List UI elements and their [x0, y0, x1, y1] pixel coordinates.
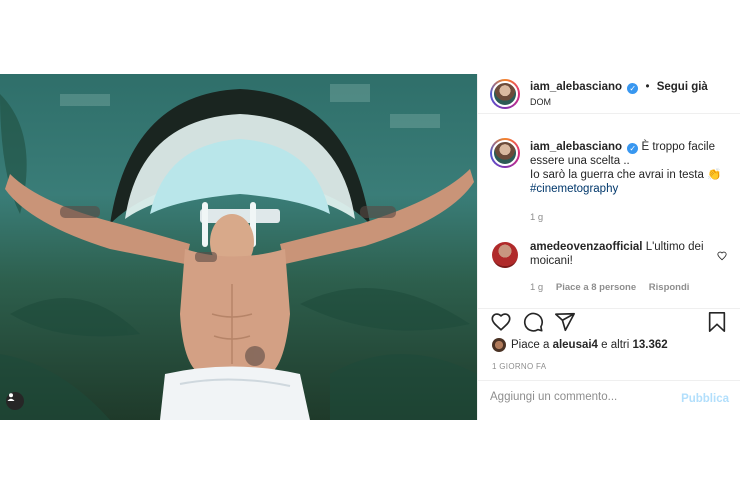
- verified-badge-icon: ✓: [627, 83, 639, 94]
- action-bar: [478, 308, 740, 334]
- verified-badge-icon: ✓: [627, 143, 639, 154]
- commenter-username[interactable]: amedeovenzaofficial: [530, 241, 642, 253]
- clap-emoji: 👏: [707, 169, 722, 181]
- likes-summary: Piace a aleusai4 e altri 13.362: [492, 338, 668, 352]
- like-count[interactable]: 13.362: [633, 339, 668, 351]
- caption-text: iam_alebasciano ✓ È troppo facile essere…: [530, 140, 730, 196]
- publish-button[interactable]: Pubblica: [681, 393, 729, 405]
- share-icon[interactable]: [554, 311, 576, 338]
- caption-timestamp[interactable]: 1 g: [530, 212, 543, 223]
- comment-icon[interactable]: [522, 311, 544, 338]
- header-line: iam_alebasciano ✓ • Segui già: [530, 81, 708, 94]
- post-location[interactable]: DOM: [530, 97, 551, 107]
- instagram-post: iam_alebasciano ✓ • Segui già DOM iam_al…: [0, 74, 740, 420]
- comment-timestamp[interactable]: 1 g: [530, 282, 543, 293]
- post-photo[interactable]: [0, 74, 477, 420]
- hashtag-link[interactable]: #cinemetography: [530, 183, 618, 195]
- add-comment-bar: Pubblica: [478, 380, 740, 420]
- bookmark-icon[interactable]: [707, 311, 727, 338]
- reply-button[interactable]: Rispondi: [649, 282, 690, 293]
- caption-author-username[interactable]: iam_alebasciano: [530, 141, 622, 153]
- likes-prefix: Piace a: [511, 339, 550, 351]
- user-tag-icon[interactable]: [6, 392, 24, 410]
- comment-meta: 1 g Piace a 8 persone Rispondi: [530, 282, 699, 293]
- post-header: iam_alebasciano ✓ • Segui già DOM: [478, 74, 740, 114]
- separator-dot: •: [645, 81, 650, 93]
- post-timestamp[interactable]: 1 GIORNO FA: [492, 362, 546, 371]
- author-username[interactable]: iam_alebasciano: [530, 81, 622, 93]
- likes-suffix: e altri: [601, 339, 630, 351]
- comment-input[interactable]: [490, 391, 670, 403]
- caption-line-2: Io sarò la guerra che avrai in testa: [530, 169, 704, 181]
- caption-author-avatar[interactable]: [490, 138, 520, 168]
- liker-avatar[interactable]: [492, 338, 506, 352]
- small-heart-icon[interactable]: [717, 248, 727, 266]
- photo-illustration: [0, 84, 477, 420]
- heart-icon[interactable]: [490, 311, 512, 338]
- post-side-panel: iam_alebasciano ✓ • Segui già DOM iam_al…: [477, 74, 740, 420]
- comment-likes[interactable]: Piace a 8 persone: [556, 282, 636, 293]
- commenter-avatar[interactable]: [492, 242, 518, 268]
- author-avatar[interactable]: [490, 79, 520, 109]
- follow-status-button[interactable]: Segui già: [657, 81, 708, 93]
- comment-text: amedeovenzaofficial L'ultimo dei moicani…: [530, 240, 708, 268]
- liker-username[interactable]: aleusai4: [553, 339, 598, 351]
